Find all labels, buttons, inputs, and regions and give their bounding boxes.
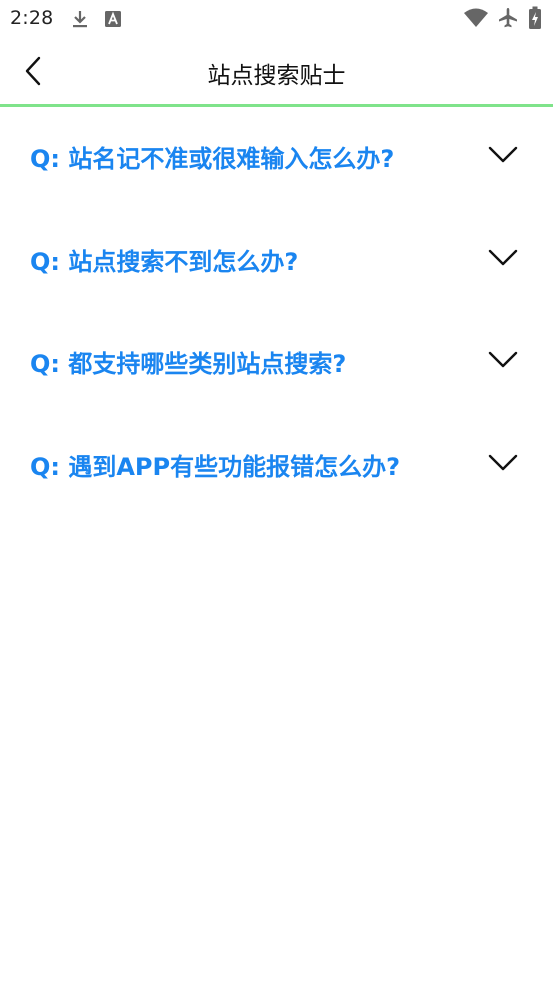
faq-question: Q: 站点搜索不到怎么办? bbox=[30, 247, 299, 276]
wifi-icon bbox=[464, 8, 488, 27]
header: 站点搜索贴士 bbox=[0, 38, 553, 104]
battery-charging-icon bbox=[529, 6, 541, 29]
keyboard-a-icon bbox=[105, 11, 121, 27]
status-bar: 2:28 bbox=[0, 0, 553, 38]
faq-item-3[interactable]: Q: 都支持哪些类别站点搜索? bbox=[0, 312, 553, 415]
faq-question: Q: 站名记不准或很难输入怎么办? bbox=[30, 145, 395, 173]
airplane-mode-icon bbox=[499, 8, 517, 28]
chevron-down-icon bbox=[488, 249, 518, 265]
status-time: 2:28 bbox=[10, 7, 54, 29]
chevron-down-icon bbox=[488, 146, 518, 163]
chevron-down-icon bbox=[488, 351, 518, 368]
faq-item-2[interactable]: Q: 站点搜索不到怎么办? bbox=[0, 210, 553, 313]
page-title: 站点搜索贴士 bbox=[207, 63, 346, 89]
download-icon bbox=[73, 11, 87, 28]
faq-question: Q: 都支持哪些类别站点搜索? bbox=[30, 350, 347, 379]
chevron-down-icon bbox=[488, 454, 518, 470]
faq-item-4[interactable]: Q: 遇到APP有些功能报错怎么办? bbox=[0, 415, 553, 518]
faq-item-1[interactable]: Q: 站名记不准或很难输入怎么办? bbox=[0, 107, 553, 210]
faq-list: Q: 站名记不准或很难输入怎么办? Q: 站点搜索不到怎么办? Q: 都支持哪些… bbox=[0, 107, 553, 517]
faq-question: Q: 遇到APP有些功能报错怎么办? bbox=[30, 452, 401, 481]
